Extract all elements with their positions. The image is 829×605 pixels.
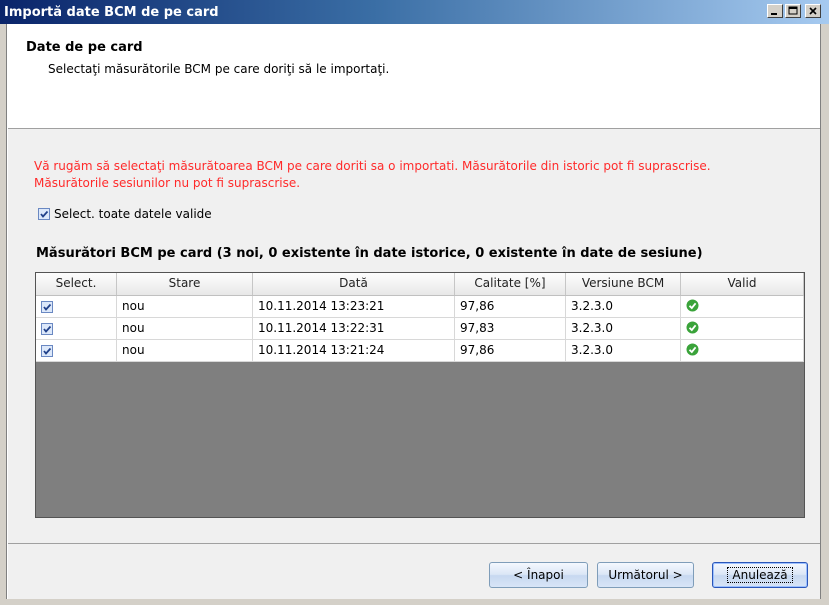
row-data: 10.11.2014 13:22:31 [253,318,455,339]
column-header-data[interactable]: Dată [253,273,455,295]
title-bar[interactable]: Importă date BCM de pe card [0,0,829,24]
checkbox-checked-icon[interactable] [38,208,50,220]
row-versiune: 3.2.3.0 [566,340,681,361]
table-header: Select. Stare Dată Calitate [%] Versiune… [36,273,804,296]
window-frame-right [820,24,829,605]
row-data: 10.11.2014 13:23:21 [253,296,455,317]
row-select-cell[interactable] [36,340,117,361]
row-select-cell[interactable] [36,296,117,317]
warning-line-2: Măsurătorile sesiunilor nu pot fi supras… [34,176,301,190]
window-frame-bottom [0,599,829,605]
column-header-select[interactable]: Select. [36,273,117,295]
page-subtitle: Selectaţi măsurătorile BCM pe care doriţ… [48,62,390,76]
row-calitate: 97,86 [455,296,566,317]
measurements-table[interactable]: Select. Stare Dată Calitate [%] Versiune… [35,272,805,518]
next-button[interactable]: Următorul > [597,562,694,588]
select-all-checkbox[interactable]: Select. toate datele valide [38,207,212,221]
row-stare: nou [117,296,253,317]
row-stare: nou [117,340,253,361]
select-all-label: Select. toate datele valide [54,207,212,221]
row-stare: nou [117,318,253,339]
check-circle-icon [686,299,699,312]
window-frame-left [0,24,7,605]
checkbox-checked-icon[interactable] [41,322,53,335]
table-row[interactable]: nou 10.11.2014 13:22:31 97,83 3.2.3.0 [36,318,804,340]
table-row[interactable]: nou 10.11.2014 13:23:21 97,86 3.2.3.0 [36,296,804,318]
window-title: Importă date BCM de pe card [4,4,219,20]
row-data: 10.11.2014 13:21:24 [253,340,455,361]
maximize-icon[interactable] [785,4,801,18]
checkbox-checked-icon[interactable] [41,344,53,357]
table-title: Măsurători BCM pe card (3 noi, 0 existen… [36,246,703,261]
row-valid [681,340,804,361]
table-row[interactable]: nou 10.11.2014 13:21:24 97,86 3.2.3.0 [36,340,804,362]
row-calitate: 97,86 [455,340,566,361]
back-button[interactable]: < Înapoi [489,562,588,588]
row-versiune: 3.2.3.0 [566,318,681,339]
row-calitate: 97,83 [455,318,566,339]
column-header-stare[interactable]: Stare [117,273,253,295]
footer-divider [8,543,820,544]
row-select-cell[interactable] [36,318,117,339]
column-header-valid[interactable]: Valid [681,273,804,295]
minimize-icon[interactable] [767,4,783,18]
row-valid [681,296,804,317]
close-icon[interactable] [805,4,821,18]
check-circle-icon [686,343,699,356]
check-circle-icon [686,321,699,334]
column-header-calitate[interactable]: Calitate [%] [455,273,566,295]
page-title: Date de pe card [26,40,143,55]
column-header-versiune[interactable]: Versiune BCM [566,273,681,295]
warning-message: Vă rugăm să selectaţi măsurătoarea BCM p… [34,158,794,192]
cancel-button-label: Anulează [727,567,793,583]
warning-line-1: Vă rugăm să selectaţi măsurătoarea BCM p… [34,159,711,173]
cancel-button[interactable]: Anulează [712,562,808,588]
row-versiune: 3.2.3.0 [566,296,681,317]
import-dialog: Importă date BCM de pe card Date de pe c… [0,0,829,605]
row-valid [681,318,804,339]
checkbox-checked-icon[interactable] [41,300,53,313]
